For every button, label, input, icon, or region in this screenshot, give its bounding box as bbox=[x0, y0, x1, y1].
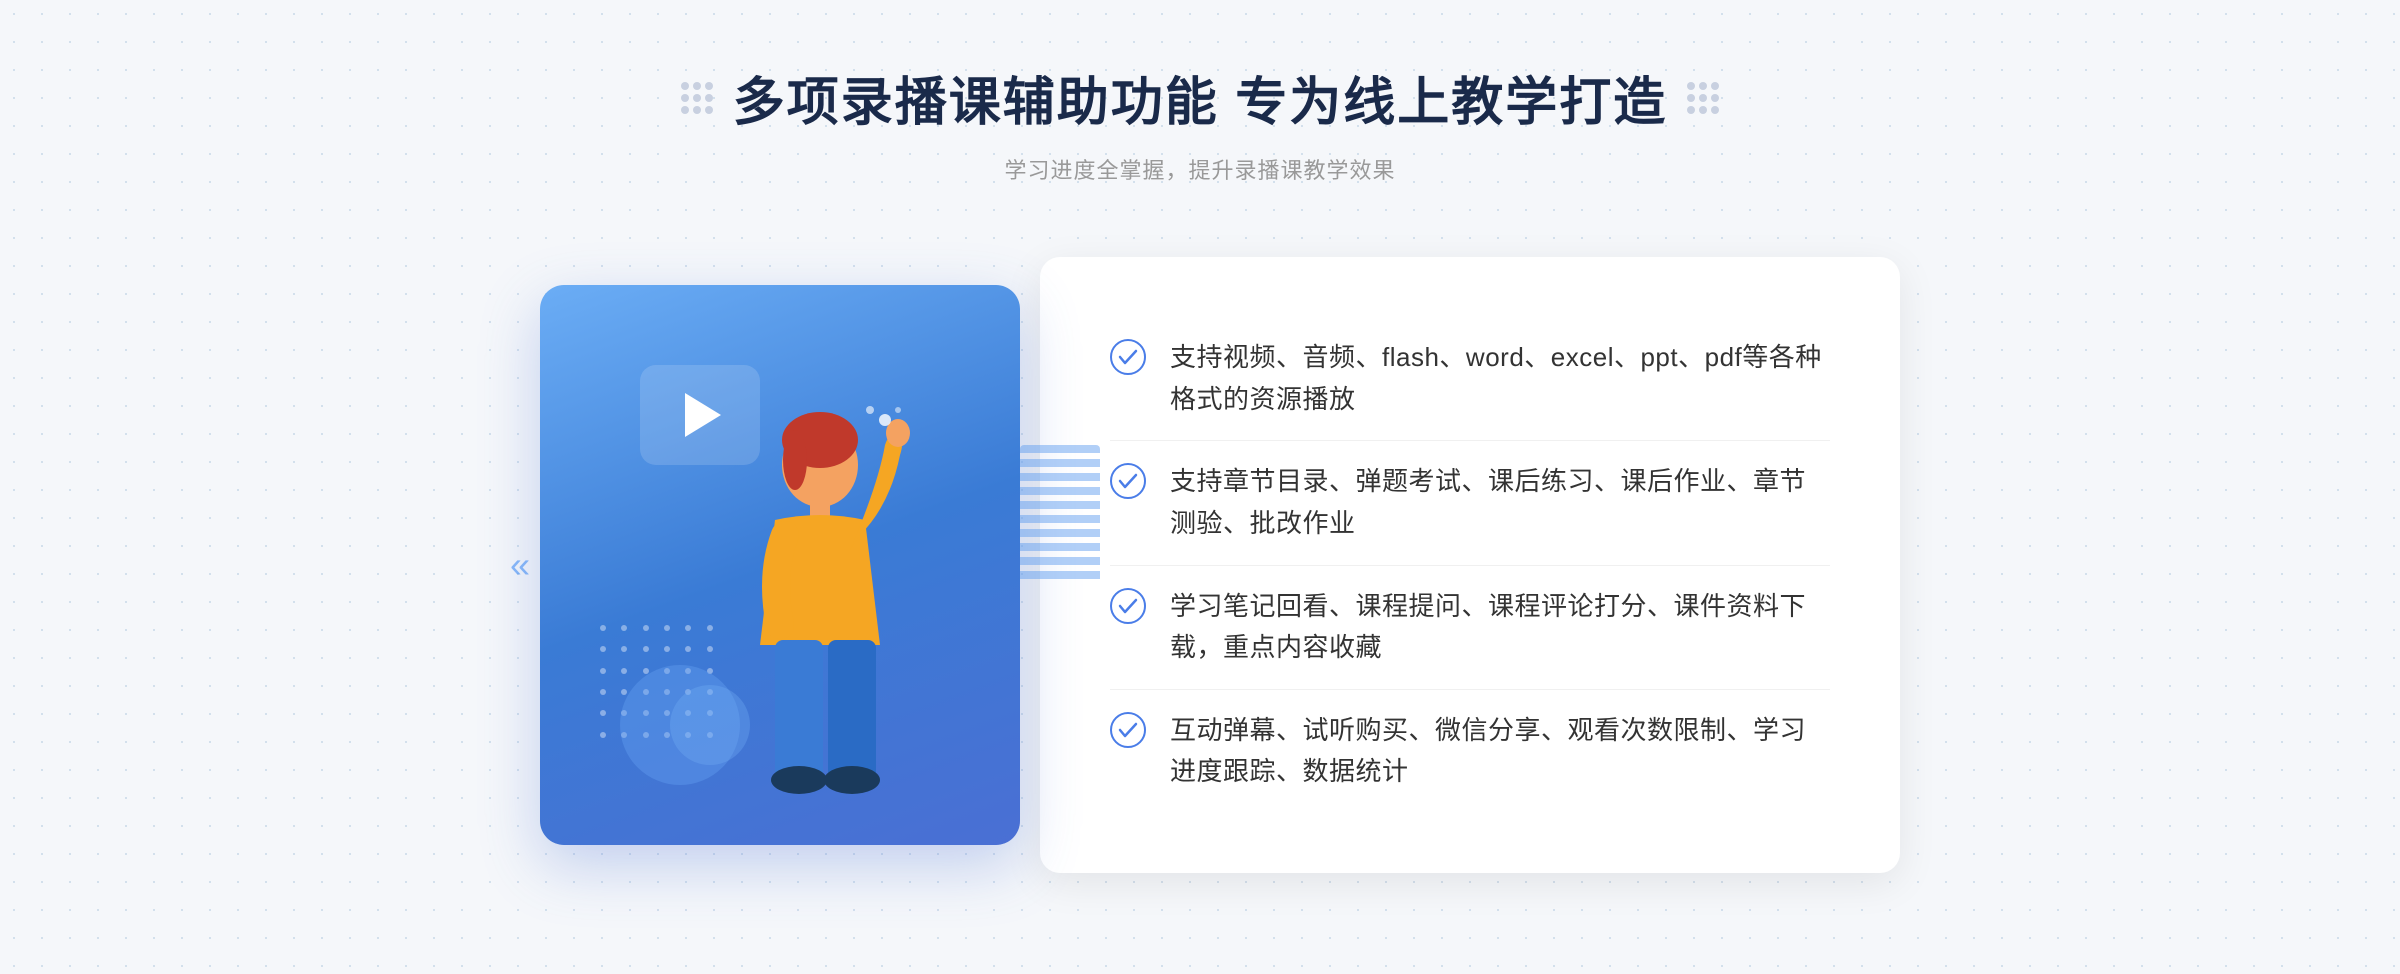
feature-item-4: 互动弹幕、试听购买、微信分享、观看次数限制、学习进度跟踪、数据统计 bbox=[1110, 690, 1830, 813]
feature-text-3: 学习笔记回看、课程提问、课程评论打分、课件资料下载，重点内容收藏 bbox=[1170, 586, 1830, 669]
character-figure bbox=[620, 385, 940, 885]
check-icon-4 bbox=[1110, 712, 1146, 748]
check-icon-2 bbox=[1110, 463, 1146, 499]
check-icon-3 bbox=[1110, 588, 1146, 624]
content-section: « bbox=[500, 245, 1900, 885]
left-deco-grid bbox=[681, 82, 713, 114]
striped-decoration bbox=[1020, 445, 1100, 585]
title-wrapper: 多项录播课辅助功能 专为线上教学打造 bbox=[681, 60, 1719, 135]
features-panel: 支持视频、音频、flash、word、excel、ppt、pdf等各种格式的资源… bbox=[1040, 257, 1900, 873]
main-title: 多项录播课辅助功能 专为线上教学打造 bbox=[733, 60, 1667, 135]
check-icon-1 bbox=[1110, 339, 1146, 375]
feature-text-1: 支持视频、音频、flash、word、excel、ppt、pdf等各种格式的资源… bbox=[1170, 337, 1830, 420]
right-deco-grid bbox=[1687, 82, 1719, 114]
feature-text-4: 互动弹幕、试听购买、微信分享、观看次数限制、学习进度跟踪、数据统计 bbox=[1170, 710, 1830, 793]
illustration-wrapper: « bbox=[500, 245, 1080, 885]
header-section: 多项录播课辅助功能 专为线上教学打造 学习进度全掌握，提升录播课教学效果 bbox=[681, 60, 1719, 185]
feature-item-1: 支持视频、音频、flash、word、excel、ppt、pdf等各种格式的资源… bbox=[1110, 317, 1830, 441]
feature-item-2: 支持章节目录、弹题考试、课后练习、课后作业、章节测验、批改作业 bbox=[1110, 441, 1830, 565]
page-container: 多项录播课辅助功能 专为线上教学打造 学习进度全掌握，提升录播课教学效果 « bbox=[0, 0, 2400, 974]
left-arrow-decoration: « bbox=[510, 544, 530, 586]
subtitle: 学习进度全掌握，提升录播课教学效果 bbox=[1004, 153, 1395, 185]
feature-item-3: 学习笔记回看、课程提问、课程评论打分、课件资料下载，重点内容收藏 bbox=[1110, 566, 1830, 690]
feature-text-2: 支持章节目录、弹题考试、课后练习、课后作业、章节测验、批改作业 bbox=[1170, 461, 1830, 544]
